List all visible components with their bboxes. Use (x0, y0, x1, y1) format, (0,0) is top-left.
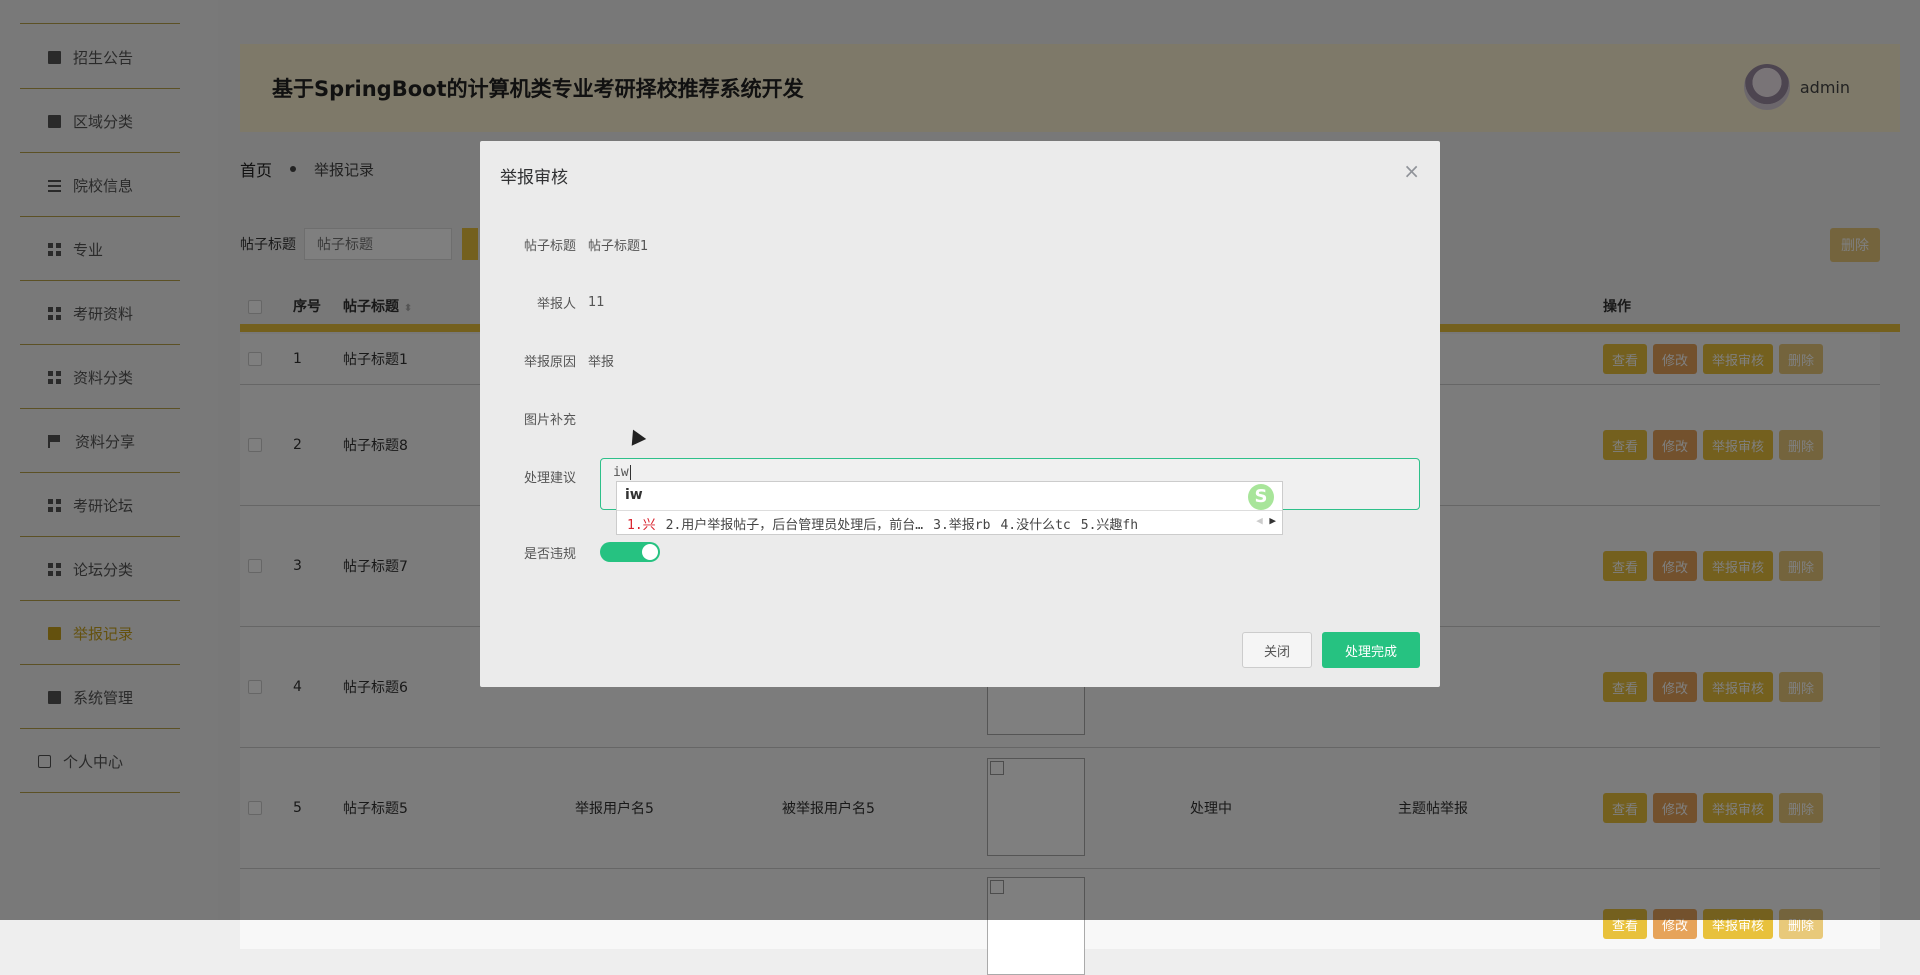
field-label: 举报人 (536, 297, 576, 312)
ime-candidate-list: 1.兴 2.用户举报帖子，后台管理员处理后，前台… 3.举报rb 4.没什么tc… (617, 510, 1282, 536)
field-value: 举报 (588, 355, 615, 370)
toggle-knob (642, 544, 658, 560)
sogou-logo-icon: S (1248, 484, 1274, 510)
ime-candidate[interactable]: 2.用户举报帖子，后台管理员处理后，前台… (666, 514, 923, 533)
ime-page-arrows-icon[interactable]: ◀ ▶ (1256, 514, 1276, 527)
field-label: 举报原因 (523, 355, 576, 370)
field-value: 11 (588, 295, 605, 310)
complete-button[interactable]: 处理完成 (1322, 632, 1420, 668)
field-value: 帖子标题1 (588, 239, 649, 254)
close-icon[interactable]: × (1403, 159, 1420, 183)
field-label: 是否违规 (523, 547, 576, 562)
field-reason: 举报原因 举报 (480, 351, 614, 370)
ime-candidate[interactable]: 3.举报rb (933, 514, 990, 533)
field-label: 帖子标题 (523, 239, 576, 254)
field-image: 图片补充 (480, 409, 588, 428)
field-suggestion: 处理建议 (480, 467, 588, 486)
field-label: 图片补充 (523, 413, 576, 428)
suggestion-text: iw (613, 465, 629, 480)
ime-candidate[interactable]: 4.没什么tc (1000, 514, 1070, 533)
field-label: 处理建议 (523, 471, 576, 486)
field-violation: 是否违规 (480, 543, 588, 562)
close-button[interactable]: 关闭 (1242, 632, 1312, 668)
report-audit-dialog: 举报审核 × 帖子标题 帖子标题1 举报人 11 举报原因 举报 图片补充 处理… (480, 141, 1440, 687)
field-reporter: 举报人 11 (480, 293, 605, 312)
ime-candidate[interactable]: 5.兴趣fh (1081, 514, 1138, 533)
dialog-title: 举报审核 (500, 168, 568, 188)
ime-candidate-popup: iw S 1.兴 2.用户举报帖子，后台管理员处理后，前台… 3.举报rb 4.… (616, 481, 1283, 535)
text-caret (629, 465, 631, 480)
field-post-title: 帖子标题 帖子标题1 (480, 235, 648, 254)
ime-candidate[interactable]: 1.兴 (627, 514, 656, 533)
violation-toggle[interactable] (600, 542, 660, 562)
ime-composition: iw (625, 487, 643, 503)
